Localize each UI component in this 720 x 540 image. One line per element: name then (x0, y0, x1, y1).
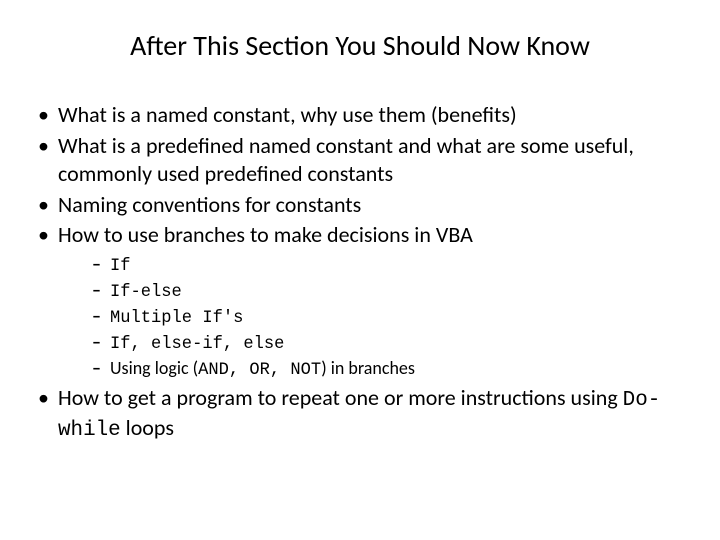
bullet-item: How to get a program to repeat one or mo… (34, 384, 690, 444)
sub-item: If (92, 252, 690, 278)
bullet-item: What is a named constant, why use them (… (34, 101, 690, 130)
bullet-item: What is a predefined named constant and … (34, 132, 690, 189)
sub-list: If If-else Multiple If's If, else-if, el… (58, 252, 690, 382)
sub-item: If-else (92, 278, 690, 304)
sub-text: Using logic ( (110, 357, 198, 379)
bullet-text: How to use branches to make decisions in… (58, 221, 473, 248)
bullet-item: Naming conventions for constants (34, 191, 690, 220)
sub-item: Using logic (AND, OR, NOT) in branches (92, 356, 690, 382)
code-text: If-else (110, 283, 182, 302)
code-text: AND, OR, NOT (198, 361, 321, 380)
bullet-list: What is a named constant, why use them (… (30, 101, 690, 445)
bullet-text: loops (121, 414, 174, 441)
code-text: If (110, 257, 131, 276)
sub-item: If, else-if, else (92, 330, 690, 356)
bullet-text: How to get a program to repeat one or mo… (58, 384, 623, 411)
bullet-item: How to use branches to make decisions in… (34, 221, 690, 382)
code-text: If, else-if, else (110, 335, 284, 354)
sub-text: ) in branches (321, 357, 415, 379)
sub-item: Multiple If's (92, 304, 690, 330)
slide-title: After This Section You Should Now Know (70, 28, 650, 63)
code-text: Multiple If's (110, 309, 243, 328)
